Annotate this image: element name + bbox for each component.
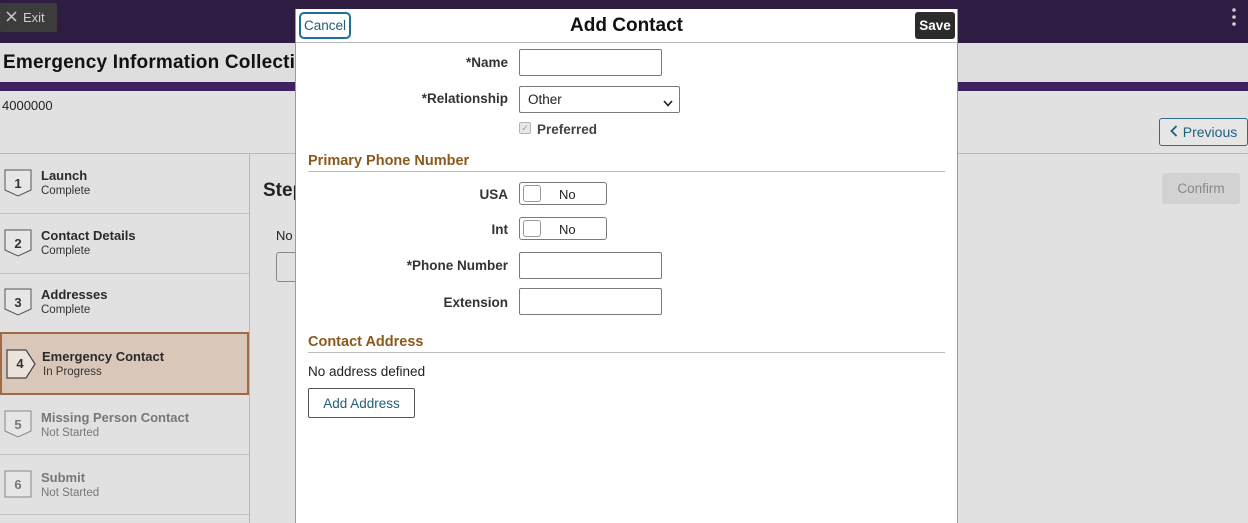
step-sidebar: 1 Launch Complete 2 Contact Details Comp… [0, 154, 250, 523]
step-status: In Progress [43, 366, 102, 378]
preferred-checkbox[interactable]: ✓ [519, 122, 531, 134]
step-status: Complete [41, 245, 91, 257]
extension-input[interactable] [519, 288, 662, 315]
chevron-left-icon [1169, 124, 1178, 140]
name-label: *Name [465, 55, 508, 70]
relationship-label: *Relationship [421, 91, 508, 106]
int-toggle[interactable]: No [519, 217, 607, 240]
more-options-icon[interactable] [1230, 7, 1238, 27]
exit-button[interactable]: Exit [0, 3, 57, 32]
previous-button[interactable]: Previous [1159, 118, 1248, 146]
primary-phone-section: Primary Phone Number [308, 152, 945, 172]
step-title: Submit [41, 470, 86, 485]
step-number-badge: 2 [4, 229, 32, 257]
no-contact-text: No [276, 228, 293, 243]
step-title: Emergency Contact [42, 349, 165, 364]
add-contact-modal: Cancel Add Contact Save *Name *Relations… [295, 9, 958, 523]
step-status: Complete [41, 185, 91, 197]
step-emergency-contact[interactable]: 4 Emergency Contact In Progress [0, 332, 249, 395]
previous-label: Previous [1182, 124, 1238, 140]
confirm-button[interactable]: Confirm [1162, 173, 1240, 204]
usa-label: USA [479, 187, 508, 202]
step-title: Contact Details [41, 228, 136, 243]
add-address-button[interactable]: Add Address [308, 388, 415, 418]
toggle-knob [523, 220, 541, 237]
section-heading: Contact Address [308, 334, 424, 350]
exit-label: Exit [23, 10, 45, 25]
save-button[interactable]: Save [915, 12, 955, 39]
step-number-badge: 3 [4, 288, 32, 316]
contact-address-section: Contact Address [308, 333, 945, 353]
step-contact-details[interactable]: 2 Contact Details Complete [0, 214, 249, 274]
step-addresses[interactable]: 3 Addresses Complete [0, 274, 249, 334]
phone-number-label: *Phone Number [406, 258, 508, 273]
step-launch[interactable]: 1 Launch Complete [0, 154, 249, 214]
usa-toggle-value: No [559, 187, 576, 202]
page-title: Emergency Information Collection [3, 52, 319, 73]
step-number-badge: 1 [4, 169, 32, 197]
step-title: Launch [41, 168, 88, 183]
extension-label: Extension [443, 295, 508, 310]
int-label: Int [491, 222, 509, 237]
step-title: Missing Person Contact [41, 410, 190, 425]
name-input[interactable] [519, 49, 662, 76]
relationship-value: Other [528, 92, 562, 107]
no-address-text: No address defined [308, 364, 426, 379]
step-status: Complete [41, 304, 91, 316]
step-submit[interactable]: 6 Submit Not Started [0, 455, 249, 515]
modal-title: Add Contact [570, 15, 683, 36]
int-toggle-value: No [559, 222, 576, 237]
modal-header: Cancel Add Contact Save [296, 9, 957, 43]
step-number-badge: 4 [6, 349, 36, 379]
toggle-knob [523, 185, 541, 202]
step-title: Addresses [41, 287, 108, 302]
step-status: Not Started [41, 427, 100, 439]
close-icon [6, 10, 17, 25]
usa-toggle[interactable]: No [519, 182, 607, 205]
step-missing-person-contact[interactable]: 5 Missing Person Contact Not Started [0, 395, 249, 455]
id-number: 4000000 [2, 98, 53, 113]
step-status: Not Started [41, 487, 100, 499]
relationship-select[interactable]: Other [519, 86, 680, 113]
step-number-badge: 5 [4, 410, 32, 438]
phone-number-input[interactable] [519, 252, 662, 279]
step-number-badge: 6 [4, 470, 32, 498]
preferred-label: Preferred [537, 122, 598, 137]
chevron-down-icon [663, 95, 673, 110]
section-heading: Primary Phone Number [308, 153, 470, 169]
